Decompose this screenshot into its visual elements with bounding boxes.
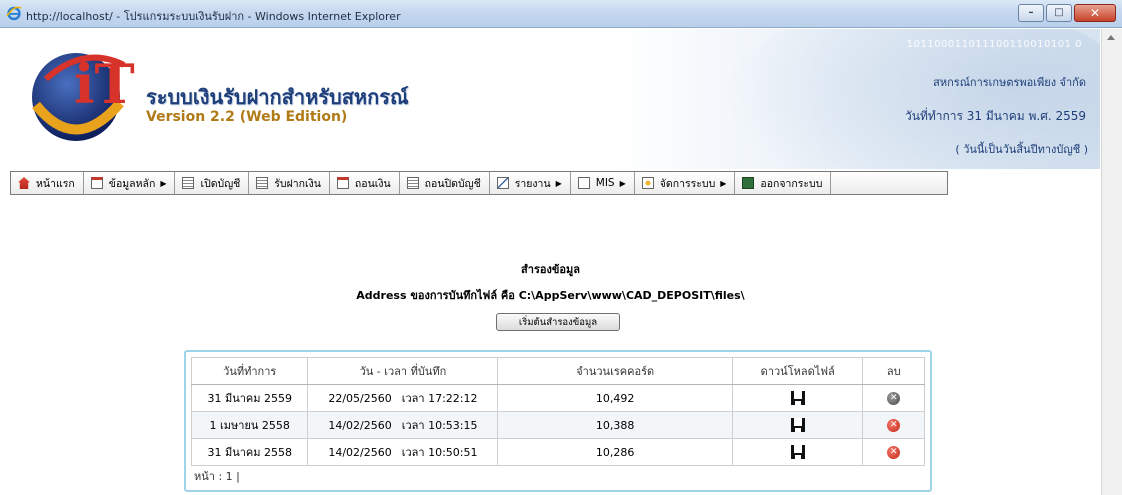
delete-icon[interactable]: ✕ [887, 445, 901, 459]
submenu-arrow-icon: ▶ [720, 178, 727, 188]
column-header-download: ดาวน์โหลดไฟล์ [731, 357, 864, 385]
table-header-row: วันที่ทำการ วัน - เวลา ที่บันทึก จำนวนเร… [190, 357, 925, 385]
menu-item-label: ถอนปิดบัญชี [424, 177, 481, 190]
menu-item-system-admin[interactable]: จัดการระบบ ▶ [635, 172, 736, 194]
delete-cell: ✕ [862, 384, 925, 412]
pagination[interactable]: หน้า : 1 | [194, 467, 240, 485]
header-banner: 101100011011100110010101 0 iT ระบบเงินรั… [10, 29, 1100, 169]
work-date-cell: 31 มีนาคม 2559 [190, 384, 309, 412]
minimize-button[interactable]: – [1018, 4, 1044, 22]
window-controls: – □ ✕ [1016, 4, 1116, 22]
menu-item-home[interactable]: หน้าแรก [11, 172, 84, 194]
menu-item-withdraw[interactable]: ถอนเงิน [330, 172, 400, 194]
menu-item-label: หน้าแรก [36, 177, 75, 190]
saved-date: 14/02/2560 [328, 446, 392, 459]
menu-item-label: ออกจากระบบ [760, 177, 823, 190]
download-cell [731, 438, 864, 466]
download-cell [731, 384, 864, 412]
close-button[interactable]: ✕ [1074, 4, 1116, 22]
delete-cell: ✕ [862, 438, 925, 466]
work-date-cell: 31 มีนาคม 2558 [190, 438, 309, 466]
backup-address-text: Address ของการบันทึกไฟล์ คือ C:\AppServ\… [356, 289, 745, 302]
menu-item-label: รายงาน [514, 177, 551, 190]
download-floppy-icon[interactable] [790, 418, 805, 432]
record-count-cell: 10,286 [497, 438, 733, 466]
backup-list-panel: วันที่ทำการ วัน - เวลา ที่บันทึก จำนวนเร… [184, 350, 932, 492]
download-floppy-icon[interactable] [790, 445, 805, 459]
maximize-button[interactable]: □ [1046, 4, 1072, 22]
app-logo: iT [32, 52, 135, 141]
delete-icon[interactable]: ✕ [887, 391, 901, 405]
table-row: 1 เมษายน 2558 14/02/2560 เวลา 10:53:15 10… [190, 411, 925, 439]
close-icon: ✕ [1089, 6, 1101, 20]
main-menu: หน้าแรก ข้อมูลหลัก ▶ เปิดบัญชี รับฝากเงิ… [10, 171, 948, 195]
delete-cell: ✕ [862, 411, 925, 439]
table-row: 31 มีนาคม 2558 14/02/2560 เวลา 10:50:51 1… [190, 438, 925, 466]
menu-item-label: จัดการระบบ [659, 177, 716, 190]
menu-item-close-account[interactable]: ถอนปิดบัญชี [400, 172, 490, 194]
document-icon [577, 177, 590, 189]
vertical-scrollbar[interactable] [1101, 29, 1122, 495]
delete-icon[interactable]: ✕ [887, 418, 901, 432]
binary-decoration: 101100011011100110010101 0 [906, 39, 1082, 50]
home-icon [18, 177, 30, 189]
menu-item-logout[interactable]: ออกจากระบบ [735, 172, 832, 194]
record-count-cell: 10,492 [497, 384, 733, 412]
menu-item-master-data[interactable]: ข้อมูลหลัก ▶ [84, 172, 176, 194]
document-icon [90, 177, 103, 189]
window-title: http://localhost/ - โปรแกรมระบบเงินรับฝา… [26, 10, 401, 23]
saved-datetime-cell: 14/02/2560 เวลา 10:53:15 [307, 411, 499, 439]
gear-icon [641, 177, 654, 189]
menu-item-label: ถอนเงิน [354, 177, 391, 190]
menu-item-mis[interactable]: MIS ▶ [571, 172, 635, 194]
column-header-work-date: วันที่ทำการ [190, 357, 309, 385]
record-count-cell: 10,388 [497, 411, 733, 439]
working-date: วันที่ทำการ 31 มีนาคม พ.ศ. 2559 [905, 109, 1086, 123]
maximize-icon: □ [1054, 7, 1064, 18]
download-cell [731, 411, 864, 439]
menu-item-label: รับฝากเงิน [274, 177, 321, 190]
menu-item-label: ข้อมูลหลัก [108, 177, 156, 190]
menu-item-label: เปิดบัญชี [200, 177, 241, 190]
list-icon [256, 177, 269, 189]
column-header-delete: ลบ [862, 357, 925, 385]
submenu-arrow-icon: ▶ [555, 178, 562, 188]
submenu-arrow-icon: ▶ [160, 178, 167, 188]
logo-text: iT [74, 52, 135, 116]
saved-datetime-cell: 22/05/2560 เวลา 17:22:12 [307, 384, 499, 412]
document-icon [336, 177, 349, 189]
saved-datetime-cell: 14/02/2560 เวลา 10:50:51 [307, 438, 499, 466]
column-header-record-count: จำนวนเรคคอร์ด [497, 357, 733, 385]
saved-time: เวลา 10:53:15 [401, 419, 478, 432]
menu-item-reports[interactable]: รายงาน ▶ [490, 172, 571, 194]
work-date-cell: 1 เมษายน 2558 [190, 411, 309, 439]
fiscal-year-end-note: ( วันนี้เป็นวันสิ้นปีทางบัญชี ) [955, 143, 1088, 156]
menu-item-deposit[interactable]: รับฝากเงิน [249, 172, 330, 194]
list-icon [406, 177, 419, 189]
saved-date: 22/05/2560 [328, 392, 392, 405]
submenu-arrow-icon: ▶ [619, 178, 626, 188]
app-version: Version 2.2 (Web Edition) [146, 109, 348, 125]
internet-explorer-icon [6, 6, 22, 21]
page-title: สำรองข้อมูล [521, 263, 580, 276]
chart-icon [496, 177, 509, 189]
cooperative-name: สหกรณ์การเกษตรพอเพียง จำกัด [933, 76, 1086, 89]
download-floppy-icon[interactable] [790, 391, 805, 405]
menu-item-label: MIS [595, 177, 615, 189]
column-header-saved-datetime: วัน - เวลา ที่บันทึก [307, 357, 499, 385]
menu-item-open-account[interactable]: เปิดบัญชี [175, 172, 250, 194]
start-backup-button[interactable]: เริ่มต้นสำรองข้อมูล [496, 313, 620, 331]
exit-icon [742, 177, 755, 189]
saved-time: เวลา 17:22:12 [401, 392, 478, 405]
scroll-up-icon[interactable] [1107, 35, 1115, 40]
table-row: 31 มีนาคม 2559 22/05/2560 เวลา 17:22:12 1… [190, 384, 925, 412]
list-icon [182, 177, 195, 189]
saved-date: 14/02/2560 [328, 419, 392, 432]
minimize-icon: – [1028, 7, 1034, 18]
saved-time: เวลา 10:50:51 [401, 446, 478, 459]
window-titlebar: http://localhost/ - โปรแกรมระบบเงินรับฝา… [0, 0, 1122, 28]
backup-table: วันที่ทำการ วัน - เวลา ที่บันทึก จำนวนเร… [190, 357, 925, 466]
